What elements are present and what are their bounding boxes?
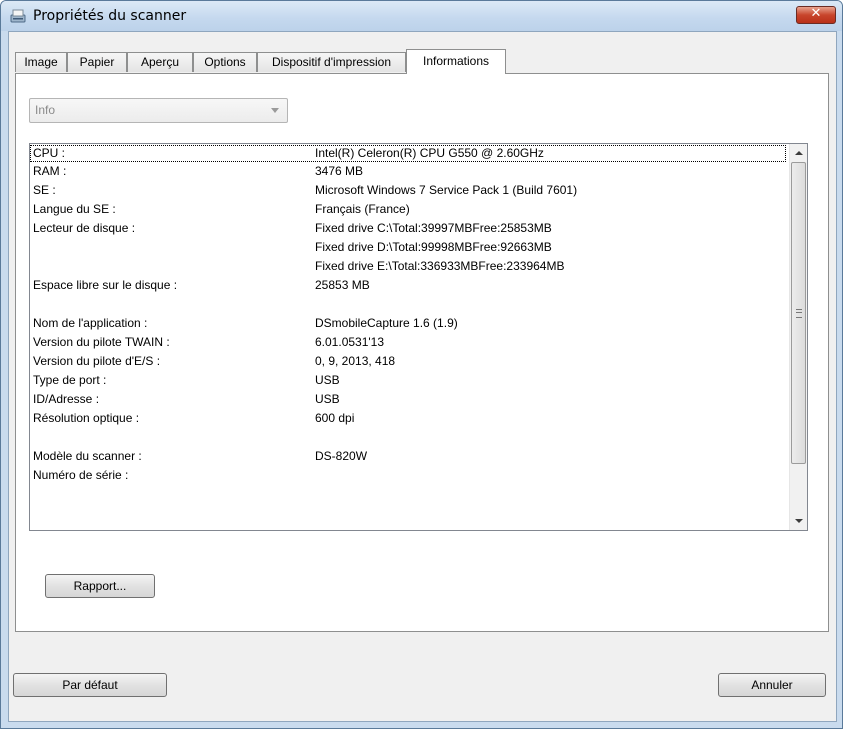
grip-icon [796, 309, 802, 318]
info-key: Version du pilote TWAIN : [33, 335, 170, 349]
info-value: Fixed drive D:\Total:99998MBFree:92663MB [315, 240, 552, 254]
title-bar[interactable]: Propriétés du scanner ✕ [1, 1, 842, 31]
info-key: Type de port : [33, 373, 107, 387]
list-item[interactable]: Nom de l'application : DSmobileCapture 1… [30, 315, 786, 332]
info-key: Lecteur de disque : [33, 221, 136, 235]
info-key: Espace libre sur le disque : [33, 278, 178, 292]
info-value: Intel(R) Celeron(R) CPU G550 @ 2.60GHz [315, 146, 544, 160]
info-value: USB [315, 392, 340, 406]
info-key: Version du pilote d'E/S : [33, 354, 161, 368]
cancel-button[interactable]: Annuler [718, 673, 826, 697]
info-value: DSmobileCapture 1.6 (1.9) [315, 316, 458, 330]
informations-panel: Info CPU : Intel(R) Celeron(R) CPU G550 … [15, 73, 829, 632]
list-item[interactable]: SE : Microsoft Windows 7 Service Pack 1 … [30, 182, 786, 199]
list-item[interactable]: Modèle du scanner : DS-820W [30, 448, 786, 465]
list-item[interactable]: Fixed drive E:\Total:336933MBFree:233964… [30, 258, 786, 275]
info-key: SE : [33, 183, 56, 197]
tab-dispositif-impression[interactable]: Dispositif d'impression [257, 52, 406, 72]
dialog-button-bar: Par défaut Annuler [9, 632, 836, 721]
dialog-client: Image Papier Aperçu Options Dispositif d… [8, 31, 837, 722]
list-item[interactable]: CPU : Intel(R) Celeron(R) CPU G550 @ 2.6… [30, 145, 786, 162]
info-value: 25853 MB [315, 278, 370, 292]
scroll-down-arrow-icon [795, 519, 803, 523]
default-button[interactable]: Par défaut [13, 673, 167, 697]
info-key: Modèle du scanner : [33, 449, 142, 463]
tab-papier[interactable]: Papier [67, 52, 127, 72]
report-button[interactable]: Rapport... [45, 574, 155, 598]
info-value: 3476 MB [315, 164, 364, 178]
info-value: 600 dpi [315, 411, 355, 425]
list-item[interactable] [30, 429, 786, 446]
list-item[interactable]: Version du pilote d'E/S : 0, 9, 2013, 41… [30, 353, 786, 370]
list-item[interactable]: Langue du SE : Français (France) [30, 201, 786, 218]
list-item[interactable]: Résolution optique : 600 dpi [30, 410, 786, 427]
info-category-select[interactable]: Info [29, 98, 288, 123]
info-key: Résolution optique : [33, 411, 140, 425]
list-item[interactable]: Numéro de série : [30, 467, 786, 484]
tab-apercu[interactable]: Aperçu [127, 52, 193, 72]
chevron-down-icon [271, 108, 279, 113]
scroll-up-arrow-icon [795, 151, 803, 155]
close-icon: ✕ [810, 6, 822, 21]
info-value: Microsoft Windows 7 Service Pack 1 (Buil… [315, 183, 578, 197]
tab-informations[interactable]: Informations [406, 49, 506, 74]
close-button[interactable]: ✕ [796, 6, 836, 24]
info-key: Langue du SE : [33, 202, 116, 216]
list-item[interactable]: RAM : 3476 MB [30, 163, 786, 180]
list-item[interactable]: Version du pilote TWAIN : 6.01.0531'13 [30, 334, 786, 351]
info-key: Numéro de série : [33, 468, 129, 482]
info-key: ID/Adresse : [33, 392, 100, 406]
list-item[interactable]: Espace libre sur le disque : 25853 MB [30, 277, 786, 294]
info-value: Fixed drive E:\Total:336933MBFree:233964… [315, 259, 565, 273]
scanner-icon [10, 9, 26, 23]
info-value: Français (France) [315, 202, 410, 216]
scanner-properties-window: Propriétés du scanner ✕ Image Papier Ape… [0, 0, 843, 729]
tab-options[interactable]: Options [193, 52, 257, 72]
list-item[interactable]: Type de port : USB [30, 372, 786, 389]
tab-image[interactable]: Image [15, 52, 67, 72]
vertical-scrollbar[interactable] [789, 144, 807, 530]
scrollbar-thumb[interactable] [791, 162, 806, 464]
list-item[interactable]: Fixed drive D:\Total:99998MBFree:92663MB [30, 239, 786, 256]
info-key: RAM : [33, 164, 67, 178]
list-item[interactable] [30, 296, 786, 313]
info-value: Fixed drive C:\Total:39997MBFree:25853MB [315, 221, 552, 235]
info-key: CPU : [33, 146, 66, 160]
scroll-down-button[interactable] [790, 513, 807, 530]
list-item[interactable]: ID/Adresse : USB [30, 391, 786, 408]
info-value: USB [315, 373, 340, 387]
scroll-up-button[interactable] [790, 144, 807, 161]
info-value: DS-820W [315, 449, 368, 463]
info-list[interactable]: CPU : Intel(R) Celeron(R) CPU G550 @ 2.6… [29, 143, 808, 531]
info-key: Nom de l'application : [33, 316, 148, 330]
info-category-value: Info [35, 103, 56, 117]
list-item[interactable]: Lecteur de disque : Fixed drive C:\Total… [30, 220, 786, 237]
info-value: 0, 9, 2013, 418 [315, 354, 396, 368]
info-value: 6.01.0531'13 [315, 335, 385, 349]
window-title: Propriétés du scanner [33, 8, 187, 24]
